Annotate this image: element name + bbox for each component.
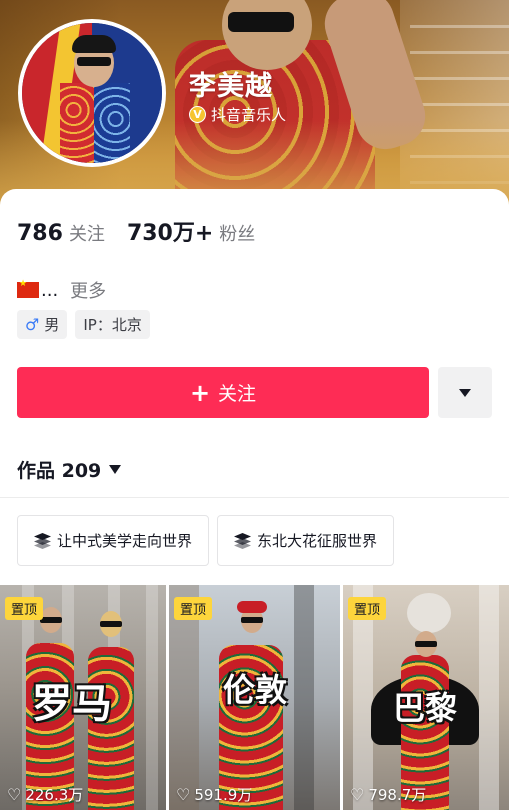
- followers-label[interactable]: 粉丝: [219, 220, 255, 246]
- works-tab-label: 作品 209: [17, 460, 102, 482]
- collection-label: 让中式美学走向世界: [57, 532, 193, 550]
- video-overlay-text: 罗马: [32, 681, 112, 727]
- collection-label: 东北大花征服世界: [257, 532, 378, 550]
- following-label[interactable]: 关注: [69, 220, 105, 246]
- stats-row: 786 关注 730万+ 粉丝: [17, 215, 277, 247]
- verified-badge-icon: V: [189, 106, 206, 123]
- profile-tags: ♂ 男 IP：北京: [17, 310, 150, 339]
- caret-down-icon: [459, 388, 471, 397]
- follow-button-label: 关注: [218, 383, 257, 405]
- play-count: ♡ 226.3万: [7, 784, 83, 805]
- profile-name: 李美越: [189, 71, 273, 102]
- video-overlay-text: 巴黎: [393, 689, 458, 727]
- followers-count[interactable]: 730万+: [127, 215, 213, 247]
- heart-icon: ♡: [7, 785, 22, 804]
- play-count: ♡ 591.9万: [176, 784, 252, 805]
- ip-location-tag: IP：北京: [75, 310, 150, 339]
- video-grid: 置顶 罗马 ♡ 226.3万 置顶 伦敦 ♡ 591.9万 置顶 巴黎 ♡ 79…: [0, 585, 509, 810]
- video-tile[interactable]: 置顶 伦敦 ♡ 591.9万: [169, 585, 340, 810]
- collection-stack-icon: [34, 533, 51, 549]
- heart-icon: ♡: [176, 785, 191, 804]
- play-count: ♡ 798.7万: [350, 784, 426, 805]
- follow-button[interactable]: + 关注: [17, 367, 429, 418]
- pinned-badge: 置顶: [174, 597, 213, 620]
- collection-stack-icon: [234, 533, 252, 549]
- china-flag-icon: [17, 279, 39, 298]
- bio: ... 更多: [17, 277, 106, 303]
- caret-down-icon: [109, 465, 122, 474]
- male-icon: ♂: [25, 315, 40, 334]
- play-count-value: 591.9万: [194, 786, 253, 804]
- more-options-button[interactable]: [438, 367, 492, 418]
- verification-label: 抖音音乐人: [211, 106, 287, 124]
- collection-chip[interactable]: 让中式美学走向世界: [17, 515, 210, 566]
- collection-chip[interactable]: 东北大花征服世界: [217, 515, 395, 566]
- heart-icon: ♡: [350, 785, 365, 804]
- collections-row: 让中式美学走向世界 东北大花征服世界: [17, 515, 395, 566]
- video-overlay-text: 伦敦: [223, 671, 288, 709]
- pinned-badge: 置顶: [348, 597, 387, 620]
- verification-row[interactable]: V 抖音音乐人: [189, 104, 286, 125]
- gender-label: 男: [44, 316, 60, 334]
- ip-location-label: IP：北京: [83, 316, 142, 334]
- video-tile[interactable]: 置顶 罗马 ♡ 226.3万: [0, 585, 166, 810]
- bio-truncated: ...: [41, 279, 59, 301]
- video-tile[interactable]: 置顶 巴黎 ♡ 798.7万: [343, 585, 509, 810]
- divider: [0, 497, 509, 498]
- play-count-value: 798.7万: [368, 786, 427, 804]
- bio-more-link[interactable]: 更多: [70, 277, 106, 303]
- pinned-badge: 置顶: [5, 597, 44, 620]
- plus-icon: +: [189, 378, 211, 407]
- gender-tag: ♂ 男: [17, 310, 68, 339]
- following-count[interactable]: 786: [17, 221, 63, 246]
- avatar[interactable]: [18, 19, 166, 167]
- play-count-value: 226.3万: [25, 786, 84, 804]
- works-tab[interactable]: 作品 209: [17, 456, 122, 483]
